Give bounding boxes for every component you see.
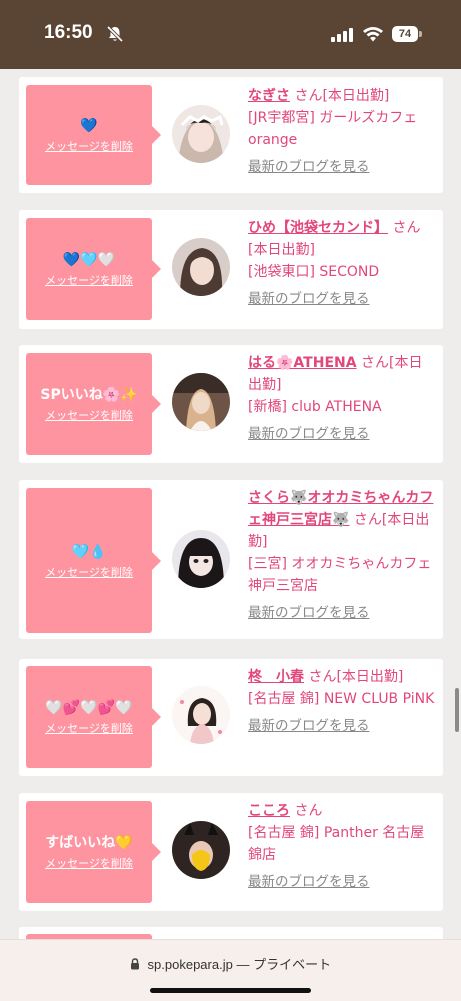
private-mode-label: — プライベート (236, 957, 332, 972)
avatar[interactable] (172, 530, 230, 588)
cast-status: さん (294, 803, 323, 819)
delete-message-link[interactable]: メッセージを削除 (45, 274, 133, 288)
shop-name: [池袋東口] SECOND (248, 264, 380, 280)
latest-blog-link[interactable]: 最新のブログを見る (248, 872, 436, 892)
delete-message-link[interactable]: メッセージを削除 (45, 857, 133, 871)
latest-blog-link[interactable]: 最新のブログを見る (248, 716, 436, 736)
cast-name-link[interactable]: なぎさ (248, 88, 290, 104)
shop-name: [名古屋 錦] Panther 名古屋錦店 (248, 825, 425, 863)
message-text: SPいいね🌸✨ (40, 387, 138, 403)
avatar-image (172, 105, 230, 163)
message-bubble: すばいいね💛 メッセージを削除 (26, 801, 161, 903)
shop-name: [三宮] オオカミちゃんカフェ神戸三宮店 (248, 556, 432, 594)
battery-cap (419, 31, 422, 37)
lock-icon (130, 958, 139, 970)
delete-message-link[interactable]: メッセージを削除 (45, 566, 133, 580)
shop-name: [新橋] club ATHENA (248, 399, 382, 415)
message-card: SPいいね🌸✨ メッセージを削除 はる🌸ATHENA さん[本日出勤] [新橋]… (19, 345, 443, 463)
avatar[interactable] (172, 373, 230, 431)
cast-info: さくら🐺オオカミちゃんカフェ神戸三宮店🐺 さん[本日出勤] [三宮] オオカミち… (248, 487, 436, 623)
cast-info: 柊 小春 さん[本日出勤] [名古屋 錦] NEW CLUB PiNK 最新のブ… (248, 666, 436, 736)
avatar-image (172, 530, 230, 588)
avatar-image (172, 373, 230, 431)
latest-blog-link[interactable]: 最新のブログを見る (248, 424, 436, 444)
cast-name-link[interactable]: 柊 小春 (248, 669, 304, 685)
avatar-image (172, 238, 230, 296)
avatar[interactable] (172, 821, 230, 879)
home-indicator[interactable] (150, 988, 311, 993)
message-card: 🩵💧 メッセージを削除 さくら🐺オオカミちゃんカフェ神戸三宮店🐺 さん[本日出勤… (19, 480, 443, 639)
cast-info: はる🌸ATHENA さん[本日出勤] [新橋] club ATHENA 最新のブ… (248, 352, 436, 444)
message-card (19, 927, 443, 939)
shop-name: [JR宇都宮] ガールズカフェorange (248, 110, 418, 148)
message-text: すばいいね💛 (45, 835, 133, 851)
browser-address-bar[interactable]: sp.pokepara.jp — プライベート (0, 939, 461, 1001)
message-bubble: 💙🩵🤍 メッセージを削除 (26, 218, 161, 320)
delete-message-link[interactable]: メッセージを削除 (45, 722, 133, 736)
avatar-image (172, 821, 230, 879)
message-bubble: SPいいね🌸✨ メッセージを削除 (26, 353, 161, 455)
avatar-image (172, 686, 230, 744)
message-bubble: 🩵💧 メッセージを削除 (26, 488, 161, 633)
message-text: 🩵💧 (71, 543, 107, 560)
latest-blog-link[interactable]: 最新のブログを見る (248, 603, 436, 623)
avatar[interactable] (172, 105, 230, 163)
message-card: 💙🩵🤍 メッセージを削除 ひめ【池袋セカンド】 さん[本日出勤] [池袋東口] … (19, 210, 443, 329)
avatar[interactable] (172, 686, 230, 744)
message-card: 🤍💕🤍💕🤍 メッセージを削除 柊 小春 さん[本日出勤] [名古屋 錦] NEW… (19, 659, 443, 776)
status-bar: 16:50 74 (0, 0, 461, 69)
latest-blog-link[interactable]: 最新のブログを見る (248, 289, 436, 309)
message-bubble: 🤍💕🤍💕🤍 メッセージを削除 (26, 666, 161, 768)
cast-info: こころ さん [名古屋 錦] Panther 名古屋錦店 最新のブログを見る (248, 800, 436, 892)
latest-blog-link[interactable]: 最新のブログを見る (248, 157, 436, 177)
message-text: 🤍💕🤍💕🤍 (45, 700, 133, 716)
message-bubble: 💙 メッセージを削除 (26, 85, 161, 185)
message-card: すばいいね💛 メッセージを削除 こころ さん [名古屋 錦] Panther 名… (19, 793, 443, 911)
cast-info: ひめ【池袋セカンド】 さん[本日出勤] [池袋東口] SECOND 最新のブログ… (248, 217, 436, 309)
avatar[interactable] (172, 238, 230, 296)
cast-name-link[interactable]: ひめ【池袋セカンド】 (248, 220, 388, 236)
bell-muted-icon (106, 25, 124, 43)
cast-name-link[interactable]: こころ (248, 803, 290, 819)
message-card: 💙 メッセージを削除 なぎさ さん[本日出勤] [JR宇都宮] ガールズカフェo… (19, 77, 443, 193)
address-bar-url[interactable]: sp.pokepara.jp — プライベート (0, 954, 461, 973)
scrollbar[interactable] (455, 688, 459, 732)
delete-message-link[interactable]: メッセージを削除 (45, 409, 133, 423)
shop-name: [名古屋 錦] NEW CLUB PiNK (248, 691, 435, 707)
message-feed[interactable]: 💙 メッセージを削除 なぎさ さん[本日出勤] [JR宇都宮] ガールズカフェo… (0, 69, 461, 939)
wifi-icon (363, 27, 383, 42)
url-domain: sp.pokepara.jp (147, 957, 233, 972)
cast-status: さん[本日出勤] (308, 669, 404, 685)
cast-status: さん[本日出勤] (294, 88, 390, 104)
cast-name-link[interactable]: はる🌸ATHENA (248, 355, 357, 371)
cellular-signal-icon (331, 28, 353, 42)
status-time: 16:50 (44, 22, 93, 43)
cast-info: なぎさ さん[本日出勤] [JR宇都宮] ガールズカフェorange 最新のブロ… (248, 85, 436, 177)
message-text: 💙 (80, 118, 98, 134)
delete-message-link[interactable]: メッセージを削除 (45, 140, 133, 154)
message-text: 💙🩵🤍 (62, 252, 116, 268)
battery-level: 74 (392, 26, 418, 42)
